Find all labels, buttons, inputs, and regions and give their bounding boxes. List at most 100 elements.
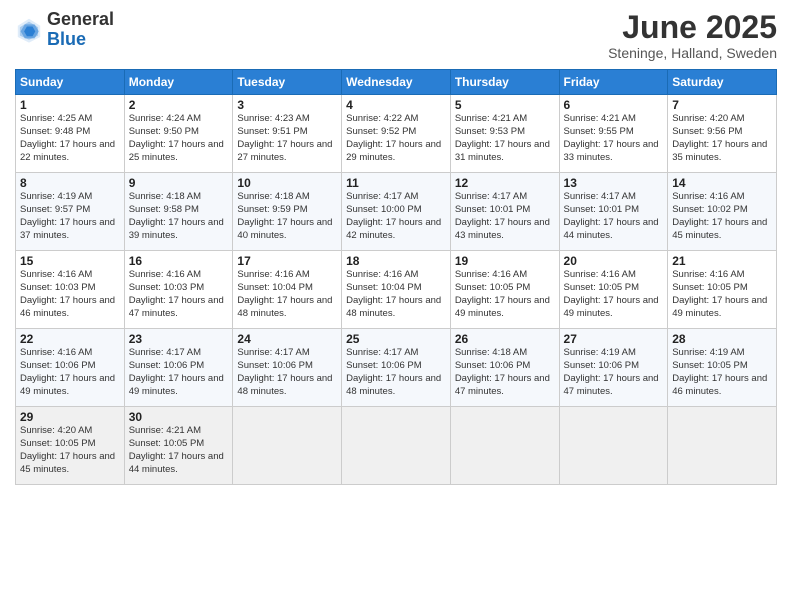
day-detail: Sunrise: 4:18 AMSunset: 10:06 PMDaylight… [455, 347, 550, 396]
cell-w5-d7 [668, 407, 777, 485]
cell-w4-d4: 25 Sunrise: 4:17 AMSunset: 10:06 PMDayli… [342, 329, 451, 407]
cell-w4-d6: 27 Sunrise: 4:19 AMSunset: 10:06 PMDayli… [559, 329, 668, 407]
logo-text: General Blue [47, 10, 114, 50]
day-number: 12 [455, 176, 555, 190]
day-detail: Sunrise: 4:16 AMSunset: 10:04 PMDaylight… [237, 269, 332, 318]
week-row-2: 8 Sunrise: 4:19 AMSunset: 9:57 PMDayligh… [16, 173, 777, 251]
header: General Blue June 2025 Steninge, Halland… [15, 10, 777, 61]
week-row-1: 1 Sunrise: 4:25 AMSunset: 9:48 PMDayligh… [16, 95, 777, 173]
col-tuesday: Tuesday [233, 70, 342, 95]
day-number: 14 [672, 176, 772, 190]
day-number: 26 [455, 332, 555, 346]
cell-w1-d3: 3 Sunrise: 4:23 AMSunset: 9:51 PMDayligh… [233, 95, 342, 173]
cell-w3-d1: 15 Sunrise: 4:16 AMSunset: 10:03 PMDayli… [16, 251, 125, 329]
day-number: 28 [672, 332, 772, 346]
cell-w2-d1: 8 Sunrise: 4:19 AMSunset: 9:57 PMDayligh… [16, 173, 125, 251]
cell-w5-d2: 30 Sunrise: 4:21 AMSunset: 10:05 PMDayli… [124, 407, 233, 485]
day-detail: Sunrise: 4:20 AMSunset: 9:56 PMDaylight:… [672, 113, 767, 162]
day-detail: Sunrise: 4:25 AMSunset: 9:48 PMDaylight:… [20, 113, 115, 162]
week-row-3: 15 Sunrise: 4:16 AMSunset: 10:03 PMDayli… [16, 251, 777, 329]
cell-w5-d1: 29 Sunrise: 4:20 AMSunset: 10:05 PMDayli… [16, 407, 125, 485]
day-number: 22 [20, 332, 120, 346]
logo-general: General [47, 10, 114, 30]
day-number: 1 [20, 98, 120, 112]
cell-w2-d4: 11 Sunrise: 4:17 AMSunset: 10:00 PMDayli… [342, 173, 451, 251]
calendar-header: Sunday Monday Tuesday Wednesday Thursday… [16, 70, 777, 95]
cell-w5-d4 [342, 407, 451, 485]
cell-w5-d6 [559, 407, 668, 485]
day-detail: Sunrise: 4:17 AMSunset: 10:01 PMDaylight… [455, 191, 550, 240]
cell-w3-d6: 20 Sunrise: 4:16 AMSunset: 10:05 PMDayli… [559, 251, 668, 329]
day-number: 7 [672, 98, 772, 112]
day-number: 9 [129, 176, 229, 190]
week-row-5: 29 Sunrise: 4:20 AMSunset: 10:05 PMDayli… [16, 407, 777, 485]
week-row-4: 22 Sunrise: 4:16 AMSunset: 10:06 PMDayli… [16, 329, 777, 407]
cell-w3-d7: 21 Sunrise: 4:16 AMSunset: 10:05 PMDayli… [668, 251, 777, 329]
cell-w4-d1: 22 Sunrise: 4:16 AMSunset: 10:06 PMDayli… [16, 329, 125, 407]
cell-w1-d7: 7 Sunrise: 4:20 AMSunset: 9:56 PMDayligh… [668, 95, 777, 173]
cell-w2-d6: 13 Sunrise: 4:17 AMSunset: 10:01 PMDayli… [559, 173, 668, 251]
month-title: June 2025 [608, 10, 777, 45]
day-detail: Sunrise: 4:21 AMSunset: 9:53 PMDaylight:… [455, 113, 550, 162]
cell-w4-d5: 26 Sunrise: 4:18 AMSunset: 10:06 PMDayli… [450, 329, 559, 407]
day-number: 4 [346, 98, 446, 112]
day-number: 11 [346, 176, 446, 190]
day-detail: Sunrise: 4:20 AMSunset: 10:05 PMDaylight… [20, 425, 115, 474]
cell-w2-d7: 14 Sunrise: 4:16 AMSunset: 10:02 PMDayli… [668, 173, 777, 251]
col-thursday: Thursday [450, 70, 559, 95]
header-row: Sunday Monday Tuesday Wednesday Thursday… [16, 70, 777, 95]
cell-w1-d6: 6 Sunrise: 4:21 AMSunset: 9:55 PMDayligh… [559, 95, 668, 173]
logo: General Blue [15, 10, 114, 50]
calendar-body: 1 Sunrise: 4:25 AMSunset: 9:48 PMDayligh… [16, 95, 777, 485]
day-number: 16 [129, 254, 229, 268]
day-number: 10 [237, 176, 337, 190]
location: Steninge, Halland, Sweden [608, 45, 777, 61]
page: General Blue June 2025 Steninge, Halland… [0, 0, 792, 612]
day-number: 17 [237, 254, 337, 268]
day-number: 8 [20, 176, 120, 190]
day-detail: Sunrise: 4:16 AMSunset: 10:06 PMDaylight… [20, 347, 115, 396]
day-detail: Sunrise: 4:16 AMSunset: 10:05 PMDaylight… [672, 269, 767, 318]
day-number: 13 [564, 176, 664, 190]
day-detail: Sunrise: 4:18 AMSunset: 9:58 PMDaylight:… [129, 191, 224, 240]
day-number: 23 [129, 332, 229, 346]
cell-w1-d2: 2 Sunrise: 4:24 AMSunset: 9:50 PMDayligh… [124, 95, 233, 173]
day-number: 2 [129, 98, 229, 112]
cell-w3-d3: 17 Sunrise: 4:16 AMSunset: 10:04 PMDayli… [233, 251, 342, 329]
logo-blue: Blue [47, 30, 114, 50]
day-detail: Sunrise: 4:21 AMSunset: 10:05 PMDaylight… [129, 425, 224, 474]
col-sunday: Sunday [16, 70, 125, 95]
day-detail: Sunrise: 4:17 AMSunset: 10:01 PMDaylight… [564, 191, 659, 240]
day-detail: Sunrise: 4:19 AMSunset: 9:57 PMDaylight:… [20, 191, 115, 240]
day-detail: Sunrise: 4:16 AMSunset: 10:05 PMDaylight… [455, 269, 550, 318]
cell-w1-d1: 1 Sunrise: 4:25 AMSunset: 9:48 PMDayligh… [16, 95, 125, 173]
col-monday: Monday [124, 70, 233, 95]
day-detail: Sunrise: 4:16 AMSunset: 10:04 PMDaylight… [346, 269, 441, 318]
day-number: 5 [455, 98, 555, 112]
cell-w2-d2: 9 Sunrise: 4:18 AMSunset: 9:58 PMDayligh… [124, 173, 233, 251]
cell-w4-d7: 28 Sunrise: 4:19 AMSunset: 10:05 PMDayli… [668, 329, 777, 407]
day-detail: Sunrise: 4:16 AMSunset: 10:02 PMDaylight… [672, 191, 767, 240]
day-number: 24 [237, 332, 337, 346]
cell-w2-d3: 10 Sunrise: 4:18 AMSunset: 9:59 PMDaylig… [233, 173, 342, 251]
title-block: June 2025 Steninge, Halland, Sweden [608, 10, 777, 61]
logo-icon [15, 16, 43, 44]
day-number: 21 [672, 254, 772, 268]
day-number: 19 [455, 254, 555, 268]
day-number: 15 [20, 254, 120, 268]
cell-w4-d2: 23 Sunrise: 4:17 AMSunset: 10:06 PMDayli… [124, 329, 233, 407]
day-detail: Sunrise: 4:23 AMSunset: 9:51 PMDaylight:… [237, 113, 332, 162]
day-number: 3 [237, 98, 337, 112]
cell-w3-d5: 19 Sunrise: 4:16 AMSunset: 10:05 PMDayli… [450, 251, 559, 329]
day-detail: Sunrise: 4:16 AMSunset: 10:05 PMDaylight… [564, 269, 659, 318]
day-detail: Sunrise: 4:19 AMSunset: 10:06 PMDaylight… [564, 347, 659, 396]
cell-w3-d4: 18 Sunrise: 4:16 AMSunset: 10:04 PMDayli… [342, 251, 451, 329]
day-number: 27 [564, 332, 664, 346]
day-detail: Sunrise: 4:18 AMSunset: 9:59 PMDaylight:… [237, 191, 332, 240]
col-friday: Friday [559, 70, 668, 95]
day-detail: Sunrise: 4:17 AMSunset: 10:06 PMDaylight… [346, 347, 441, 396]
day-detail: Sunrise: 4:17 AMSunset: 10:00 PMDaylight… [346, 191, 441, 240]
cell-w3-d2: 16 Sunrise: 4:16 AMSunset: 10:03 PMDayli… [124, 251, 233, 329]
day-detail: Sunrise: 4:22 AMSunset: 9:52 PMDaylight:… [346, 113, 441, 162]
col-saturday: Saturday [668, 70, 777, 95]
